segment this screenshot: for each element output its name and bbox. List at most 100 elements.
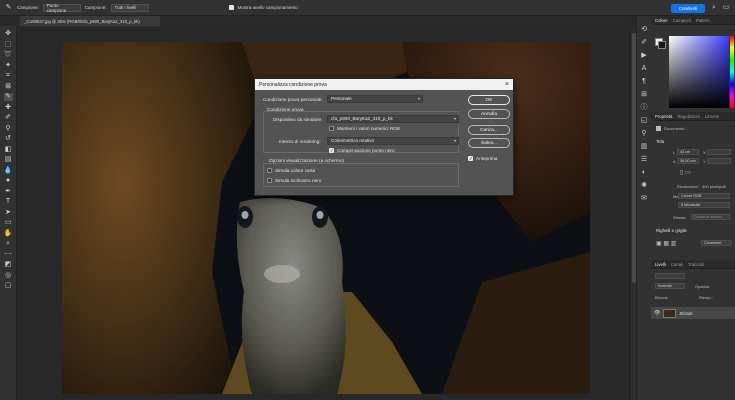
- clone-stamp-icon[interactable]: ⚲: [4, 125, 13, 133]
- eyedropper-tool-icon[interactable]: ✎: [3, 93, 13, 101]
- tab-colore[interactable]: Colore: [655, 18, 668, 23]
- device-select[interactable]: cfa_p900_BaryKa2_310_p_bk ▾: [327, 115, 459, 123]
- orientation-icon[interactable]: ▯ ▭: [680, 169, 691, 176]
- black-point-checkbox[interactable]: [329, 148, 334, 154]
- history-brush-icon[interactable]: ↺: [4, 135, 13, 143]
- zoom-tool-icon[interactable]: ⌕: [4, 240, 13, 248]
- gradient-tool-icon[interactable]: ▤: [4, 156, 13, 164]
- marquee-tool-icon[interactable]: ⬚: [4, 41, 13, 49]
- load-button[interactable]: Carica...: [468, 125, 510, 135]
- pen-tool-icon[interactable]: ✒: [4, 188, 13, 196]
- history-icon[interactable]: ⟲: [640, 26, 648, 34]
- blend-mode-select[interactable]: Normale: [655, 283, 685, 289]
- canvas-x-field[interactable]: [707, 149, 731, 155]
- ruler-units-select[interactable]: Centimetri: [701, 240, 731, 246]
- preview-checkbox[interactable]: [468, 156, 473, 162]
- tab-librerie[interactable]: Librerie: [705, 114, 719, 119]
- y-label: Y: [703, 159, 706, 164]
- rectangle-tool-icon[interactable]: ▭: [4, 219, 13, 227]
- healing-brush-icon[interactable]: ✚: [4, 104, 13, 112]
- type-tool-icon[interactable]: T: [4, 198, 13, 206]
- panel-icon-column: ⟲ ✐ ▶ A ¶ ⊞ ⓘ ◱ ⚲ ▥ ☰ ◐ ✺ ✉: [636, 16, 651, 400]
- move-tool-icon[interactable]: ✥: [4, 30, 13, 38]
- hand-tool-icon[interactable]: ✋: [4, 230, 13, 238]
- navigator-icon[interactable]: ◱: [640, 117, 648, 125]
- paragraph-icon[interactable]: ¶: [640, 78, 648, 86]
- path-select-icon[interactable]: ➤: [4, 209, 13, 217]
- tab-campioni[interactable]: Campioni: [673, 18, 691, 23]
- tools-panel: ✥ ⬚ ➰ ✦ ⌗ ⊠ ✎ ✚ ✐ ⚲ ↺ ◧ ▤ 💧 ● ✒ T ➤ ▭ ✋ …: [0, 26, 17, 400]
- brush-settings-icon[interactable]: ✐: [640, 39, 648, 47]
- sample-label: Campione:: [17, 5, 39, 10]
- rendering-intent-select[interactable]: Colorimetrico relativo ▾: [327, 137, 459, 145]
- simulate-paper-checkbox[interactable]: [267, 168, 272, 173]
- info-icon[interactable]: ⓘ: [640, 104, 648, 112]
- tab-regolazioni[interactable]: Regolazioni: [677, 114, 699, 119]
- eraser-tool-icon[interactable]: ◧: [4, 146, 13, 154]
- sample-layers-select[interactable]: Tutti i livelli: [110, 3, 149, 12]
- frame-tool-icon[interactable]: ⊠: [4, 83, 13, 91]
- glyphs-icon[interactable]: ⊞: [640, 91, 648, 99]
- share-button[interactable]: Condividi: [671, 4, 705, 13]
- chevron-down-icon: ▾: [453, 138, 456, 143]
- layer-row-background[interactable]: 👁 Sfondo: [651, 307, 735, 319]
- styles-icon[interactable]: ✺: [640, 182, 648, 190]
- device-value: cfa_p900_BaryKa2_310_p_bk: [331, 116, 393, 121]
- custom-condition-select[interactable]: Personale ▾: [327, 95, 423, 103]
- search-icon[interactable]: ⌕: [710, 4, 718, 12]
- tab-livelli[interactable]: Livelli: [655, 262, 666, 267]
- canvas-height-field[interactable]: 36,00 cm: [677, 158, 699, 164]
- properties-icon[interactable]: ☰: [640, 156, 648, 164]
- simulate-ink-checkbox[interactable]: [267, 178, 272, 183]
- sample-size-select[interactable]: Punto campione: [42, 3, 81, 13]
- visibility-eye-icon[interactable]: 👁: [654, 310, 660, 316]
- brush-tool-icon[interactable]: ✐: [4, 114, 13, 122]
- color-mode-select[interactable]: Colore RGB: [678, 193, 730, 199]
- canvas-width-field[interactable]: 43 cm: [677, 149, 699, 155]
- dialog-title-bar: Personalizza condizione prova ×: [255, 79, 513, 90]
- color-swatches-icon[interactable]: ◩: [4, 261, 13, 269]
- quick-select-icon[interactable]: ✦: [4, 62, 13, 70]
- screen-mode-icon[interactable]: ▢: [4, 282, 13, 290]
- tab-tracciati[interactable]: Tracciati: [688, 262, 704, 267]
- resolution-value: 300 pixel/poll.: [702, 184, 727, 189]
- lock-label: Blocca:: [655, 295, 669, 300]
- right-panels: Colore Campioni Pattern Proprietà Regola…: [651, 16, 735, 400]
- adjustments-icon[interactable]: ◐: [640, 169, 648, 177]
- notes-icon[interactable]: ✉: [640, 195, 648, 203]
- tab-canali[interactable]: Canali: [671, 262, 683, 267]
- histogram-icon[interactable]: ▥: [640, 143, 648, 151]
- background-color-swatch[interactable]: [658, 41, 666, 49]
- dodge-tool-icon[interactable]: ●: [4, 177, 13, 185]
- quick-mask-icon[interactable]: ◎: [4, 272, 13, 280]
- ok-button[interactable]: OK: [468, 95, 510, 105]
- simulate-paper-label: Simula colore carta: [275, 168, 316, 173]
- cancel-button[interactable]: Annulla: [468, 109, 510, 119]
- clone-source-icon[interactable]: ⚲: [640, 130, 648, 138]
- blur-tool-icon[interactable]: 💧: [4, 167, 13, 175]
- layer-filter-select[interactable]: [655, 273, 685, 279]
- tab-proprieta[interactable]: Proprietà: [655, 114, 672, 119]
- hue-slider[interactable]: [730, 36, 734, 108]
- more-tools-icon[interactable]: ⋯: [4, 251, 13, 259]
- background-fill-select[interactable]: Colore di sfondo: [691, 214, 730, 220]
- close-icon[interactable]: ×: [505, 80, 509, 89]
- layer-name: Sfondo: [679, 310, 693, 316]
- bit-depth-select[interactable]: 8 bit/canale: [678, 202, 730, 208]
- canvas-y-field[interactable]: [707, 158, 731, 164]
- color-picker-field[interactable]: [669, 36, 729, 108]
- show-ring-checkbox[interactable]: [228, 5, 234, 10]
- chevron-down-icon: ▾: [417, 96, 420, 101]
- actions-icon[interactable]: ▶: [640, 52, 648, 60]
- crop-tool-icon[interactable]: ⌗: [4, 72, 13, 80]
- document-tab[interactable]: _CU80537.jpg @ 25% (RGB/8/cfa_p900_BaryK…: [20, 16, 160, 26]
- tab-pattern[interactable]: Pattern: [696, 18, 710, 23]
- character-icon[interactable]: A: [640, 65, 648, 73]
- save-button[interactable]: Salva...: [468, 138, 510, 148]
- guides-grid-icons[interactable]: ▣ ▦ ▥: [656, 240, 676, 247]
- lasso-tool-icon[interactable]: ➰: [4, 51, 13, 59]
- preserve-rgb-checkbox[interactable]: [329, 126, 334, 131]
- eyedropper-icon[interactable]: ✎: [4, 4, 13, 12]
- workspace-icon[interactable]: ▭: [722, 4, 730, 12]
- rendering-intent-value: Colorimetrico relativo: [331, 138, 375, 143]
